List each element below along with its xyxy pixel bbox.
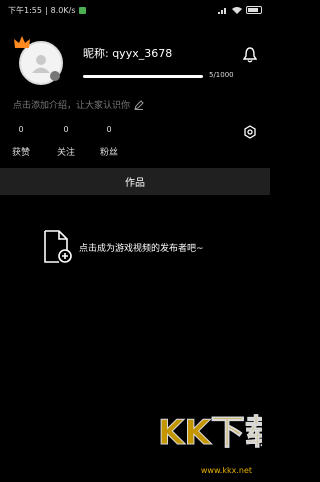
watermark-url: www.kkx.net — [200, 466, 252, 475]
status-left: 下午1:55 | 8.0K/s — [8, 5, 86, 16]
signal-icon — [218, 8, 226, 14]
stat-likes-value: 0 — [18, 125, 24, 134]
nickname-label: 昵称: qyyx_3678 — [83, 47, 173, 60]
stat-followers-label: 粉丝 — [99, 148, 118, 158]
status-speed: 8.0K/s — [50, 5, 76, 15]
status-bar: 下午1:55 | 8.0K/s — [0, 0, 270, 20]
bell-icon[interactable] — [243, 47, 257, 63]
crown-badge-icon — [14, 36, 30, 48]
stat-likes[interactable]: 0 获赞 — [8, 125, 34, 158]
settings-gear-icon[interactable] — [243, 125, 257, 139]
notification-icon — [78, 6, 86, 14]
stat-followers[interactable]: 0 粉丝 — [96, 125, 122, 158]
camera-icon[interactable] — [50, 71, 60, 81]
tab-works-label: 作品 — [125, 178, 145, 189]
profile-header: 昵称: qyyx_3678 5/1000 — [13, 35, 257, 95]
stat-following-label: 关注 — [56, 148, 75, 158]
intro-placeholder: 点击添加介绍，让大家认识你 — [13, 101, 131, 111]
kk-watermark-logo: KK下载 — [158, 413, 263, 454]
stats-row: 0 获赞 0 关注 0 粉丝 — [12, 125, 257, 158]
default-avatar-icon — [32, 55, 50, 73]
experience-progress-bar — [83, 75, 203, 78]
intro-edit-row[interactable]: 点击添加介绍，让大家认识你 — [13, 98, 144, 111]
experience-progress-count: 5/1000 — [209, 71, 234, 79]
stat-following-value: 0 — [63, 125, 69, 134]
svg-text:KK下载: KK下载 — [158, 413, 262, 453]
avatar[interactable] — [13, 35, 63, 85]
wifi-icon — [232, 7, 242, 14]
status-time: 下午1:55 — [8, 5, 42, 15]
stat-following[interactable]: 0 关注 — [53, 125, 79, 158]
empty-state-text: 点击成为游戏视频的发布者吧~ — [79, 243, 204, 254]
battery-icon — [246, 6, 262, 14]
empty-state-publish[interactable]: 点击成为游戏视频的发布者吧~ — [43, 230, 204, 264]
tab-works[interactable]: 作品 — [0, 168, 270, 195]
status-separator: | — [44, 5, 48, 15]
stat-followers-value: 0 — [106, 125, 112, 134]
status-right — [218, 6, 262, 14]
edit-pencil-icon — [134, 99, 144, 110]
add-document-icon — [44, 230, 72, 263]
stat-likes-label: 获赞 — [11, 148, 30, 158]
